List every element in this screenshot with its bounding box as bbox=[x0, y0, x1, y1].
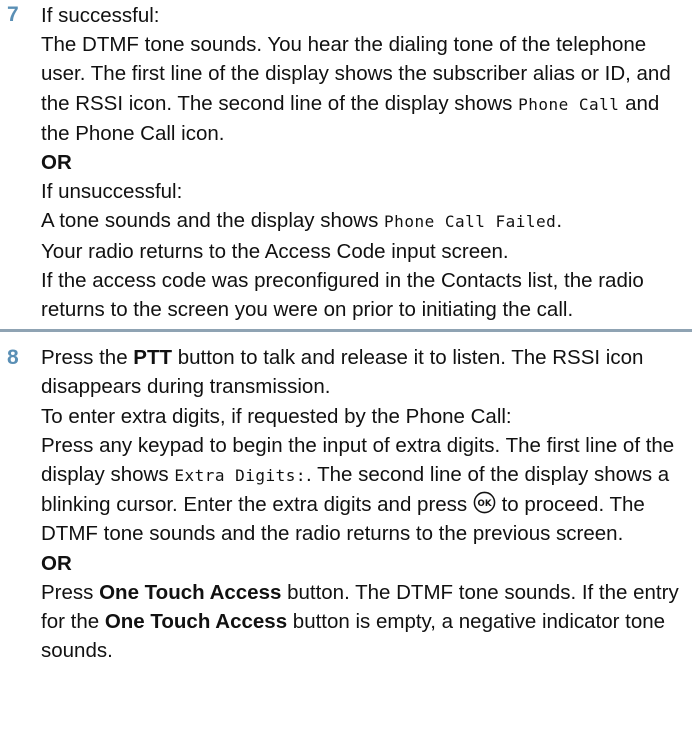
step-8-body: Press the PTT button to talk and release… bbox=[41, 343, 684, 665]
fail-return-text: Your radio returns to the Access Code in… bbox=[41, 239, 509, 263]
ptt-text: Press the bbox=[41, 346, 134, 370]
extra-digits-intro: To enter extra digits, if requested by t… bbox=[41, 404, 512, 428]
ota-text: Press bbox=[41, 580, 100, 604]
step-number-7: 7 bbox=[7, 3, 19, 26]
if-unsuccessful-label: If unsuccessful: bbox=[41, 180, 183, 204]
fail-paragraph: A tone sounds and the display shows Phon… bbox=[41, 206, 684, 236]
step-7: 7 If successful: The DTMF tone sounds. Y… bbox=[0, 0, 692, 324]
one-touch-access-label: One Touch Access bbox=[99, 580, 282, 604]
one-touch-paragraph: Press One Touch Access button. The DTMF … bbox=[41, 578, 684, 666]
step-8: 8 Press the PTT button to talk and relea… bbox=[0, 343, 692, 665]
step-divider bbox=[0, 329, 692, 333]
extra-digits-paragraph: Press any keypad to begin the input of e… bbox=[41, 431, 684, 549]
success-paragraph: The DTMF tone sounds. You hear the diali… bbox=[41, 30, 684, 148]
if-successful-label: If successful: bbox=[41, 4, 160, 27]
fail-text-end: . bbox=[556, 209, 563, 233]
ptt-label: PTT bbox=[133, 346, 173, 370]
display-text-phone-call-failed: Phone Call Failed bbox=[384, 212, 557, 232]
fail-preconfigured-text: If the access code was preconfigured in … bbox=[41, 268, 644, 322]
step-7-body: If successful: The DTMF tone sounds. You… bbox=[41, 1, 684, 324]
ok-button-icon: OK bbox=[473, 491, 496, 514]
or-label: OR bbox=[41, 151, 72, 175]
ok-icon-text: OK bbox=[477, 499, 491, 509]
display-text-phone-call: Phone Call bbox=[518, 94, 620, 114]
fail-text: A tone sounds and the display shows bbox=[41, 209, 385, 233]
one-touch-access-label-2: One Touch Access bbox=[104, 610, 288, 634]
step-number-8: 8 bbox=[7, 346, 19, 370]
display-text-extra-digits: Extra Digits: bbox=[174, 466, 307, 486]
or-label-2: OR bbox=[41, 551, 72, 575]
ptt-paragraph: Press the PTT button to talk and release… bbox=[41, 343, 684, 401]
